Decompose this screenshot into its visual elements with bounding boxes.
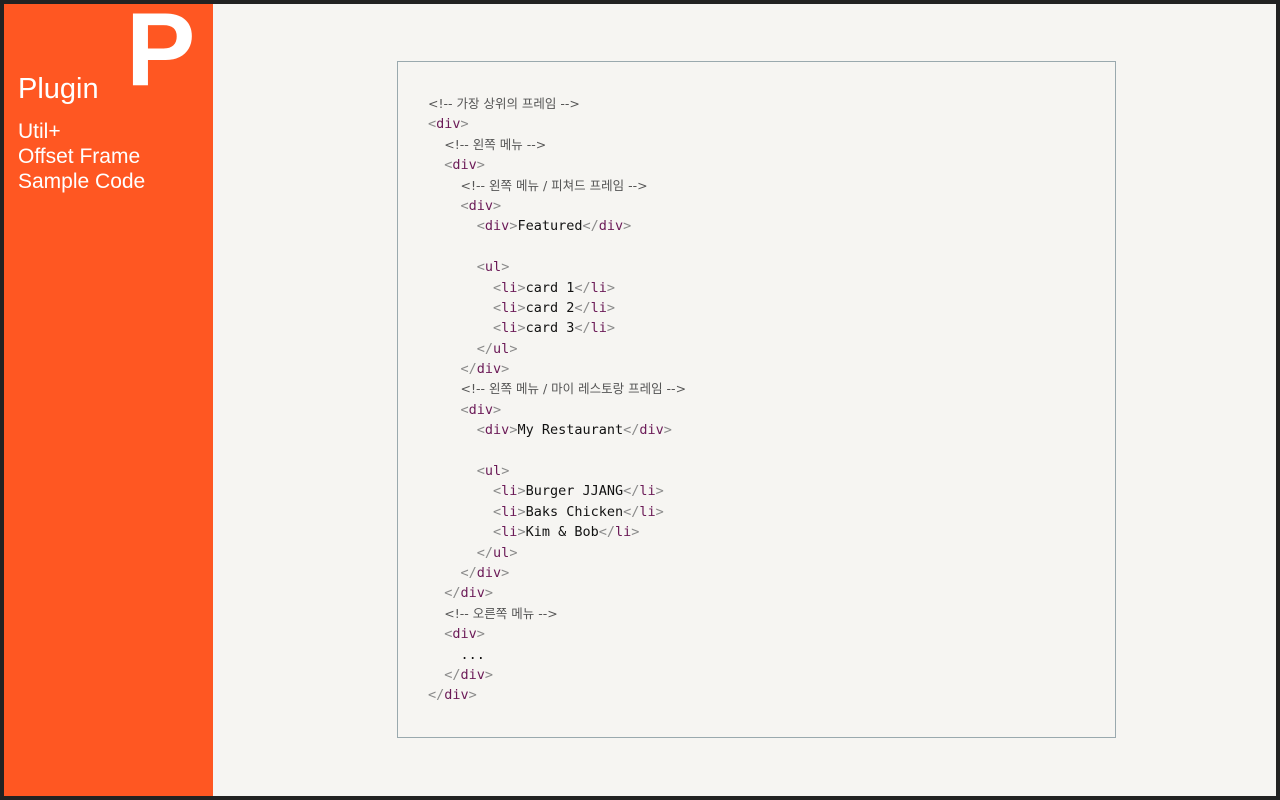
code-block: <!-- 가장 상위의 프레임 --> <div> <!-- 왼쪽 메뉴 --> … (397, 61, 1116, 738)
code-line: </ul> (476, 544, 518, 561)
code-line: <li>card 2</li> (493, 299, 616, 316)
code-line: <li>Kim & Bob</li> (493, 524, 640, 541)
code-ellipsis: ... (460, 646, 485, 663)
code-line: <!-- 왼쪽 메뉴 --> (428, 135, 686, 155)
code-comment: <!-- 오른쪽 메뉴 --> (444, 605, 558, 621)
restaurant-item: Burger JJANG (525, 483, 624, 500)
slide-frame: P Plugin Util+ Offset Frame Sample Code … (4, 4, 1276, 796)
code-line: <div> (444, 157, 485, 174)
code-comment: <!-- 가장 상위의 프레임 --> (428, 96, 580, 111)
card-item: card 2 (525, 299, 575, 316)
code-line: <div> (460, 401, 502, 418)
sidebar-subtitle: Util+ Offset Frame Sample Code (18, 119, 145, 194)
code-line: <!-- 가장 상위의 프레임 --> (428, 94, 686, 114)
code-line: </div> (428, 687, 477, 704)
code-line: <ul> (476, 259, 510, 276)
code-line: <div>Featured</div> (476, 218, 632, 235)
code-line: <ul> (476, 463, 510, 480)
code-line: </div> (444, 666, 494, 683)
featured-text: Featured (517, 218, 583, 235)
card-item: card 1 (525, 279, 575, 296)
code-line: <!-- 왼쪽 메뉴 / 피쳐드 프레임 --> (428, 176, 686, 196)
code-line: </div> (460, 361, 510, 378)
card-item: card 3 (525, 320, 575, 337)
code-line: <li>card 3</li> (493, 320, 616, 337)
code-line: <li>Baks Chicken</li> (493, 503, 664, 520)
subtitle-line: Util+ (18, 120, 61, 143)
code-comment: <!-- 왼쪽 메뉴 / 마이 레스토랑 프레임 --> (460, 381, 687, 397)
code-line: <!-- 왼쪽 메뉴 / 마이 레스토랑 프레임 --> (428, 379, 687, 399)
subtitle-line: Offset Frame (18, 145, 141, 168)
sidebar: P Plugin Util+ Offset Frame Sample Code (4, 4, 213, 796)
code-line: <div> (444, 626, 485, 643)
restaurant-item: Kim & Bob (525, 524, 599, 541)
subtitle-line: Sample Code (18, 170, 146, 193)
code-line: </div> (444, 585, 494, 602)
code-line: <div> (428, 116, 469, 133)
code-comment: <!-- 왼쪽 메뉴 / 피쳐드 프레임 --> (460, 177, 648, 193)
code-line: <!-- 오른쪽 메뉴 --> (428, 604, 686, 624)
restaurant-item: Baks Chicken (525, 503, 624, 520)
code-line: </div> (460, 564, 510, 581)
code-comment: <!-- 왼쪽 메뉴 --> (444, 136, 547, 152)
code-line: <li>Burger JJANG</li> (493, 483, 664, 500)
code-line: <li>card 1</li> (493, 279, 616, 296)
code-line: ... (428, 645, 686, 665)
code-line: <div>My Restaurant</div> (476, 422, 672, 439)
code-line: <div> (460, 197, 502, 214)
my-restaurant-text: My Restaurant (517, 422, 624, 439)
plugin-logo-letter: P (126, 4, 196, 108)
sidebar-title: Plugin (18, 73, 99, 105)
code-listing: <!-- 가장 상위의 프레임 --> <div> <!-- 왼쪽 메뉴 --> … (428, 94, 686, 706)
code-line: </ul> (476, 340, 518, 357)
